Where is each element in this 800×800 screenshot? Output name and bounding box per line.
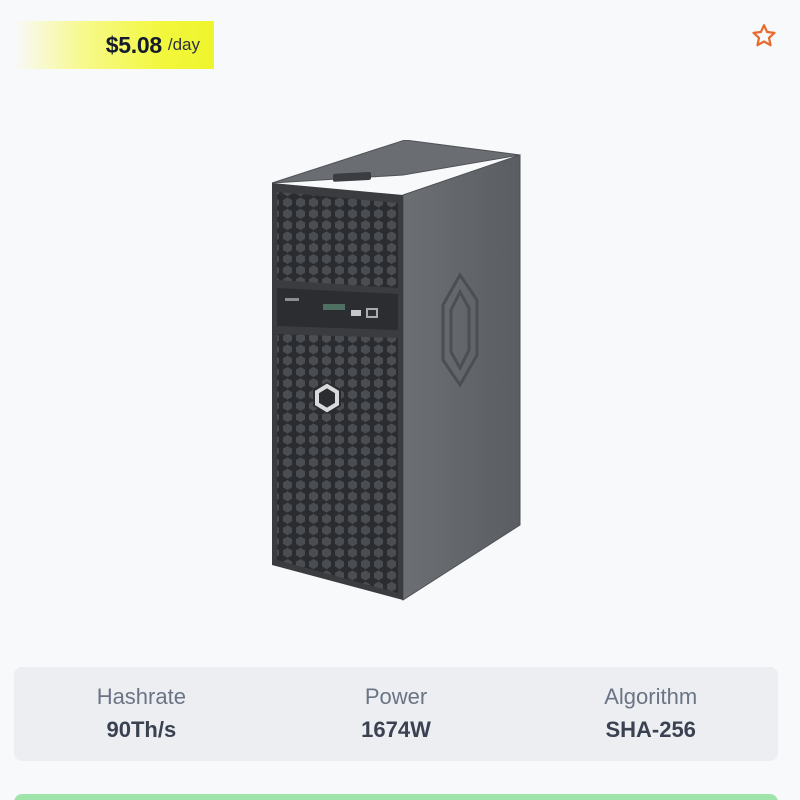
- action-button-edge[interactable]: [14, 794, 778, 800]
- specs-panel: Hashrate 90Th/s Power 1674W Algorithm SH…: [14, 667, 778, 761]
- spec-label: Hashrate: [96, 684, 186, 709]
- spec-label: Power: [364, 684, 428, 709]
- product-card[interactable]: $5.08 /day Hashrate 90Th/s Power 1674W A…: [0, 0, 800, 800]
- profit-amount: $5.08: [105, 31, 162, 58]
- daily-profit-badge: $5.08 /day: [14, 21, 214, 69]
- spec-algorithm: Algorithm SHA-256: [523, 682, 778, 746]
- spec-value: 90Th/s: [106, 717, 177, 742]
- spec-value: SHA-256: [605, 717, 696, 742]
- favorite-button[interactable]: [748, 20, 780, 52]
- asic-miner-tower-image: [271, 140, 521, 601]
- spec-value: 1674W: [361, 717, 431, 742]
- profit-unit: /day: [167, 35, 200, 54]
- star-icon: [752, 24, 776, 47]
- spec-hashrate: Hashrate 90Th/s: [14, 682, 269, 746]
- spec-label: Algorithm: [604, 684, 698, 709]
- spec-power: Power 1674W: [269, 682, 524, 746]
